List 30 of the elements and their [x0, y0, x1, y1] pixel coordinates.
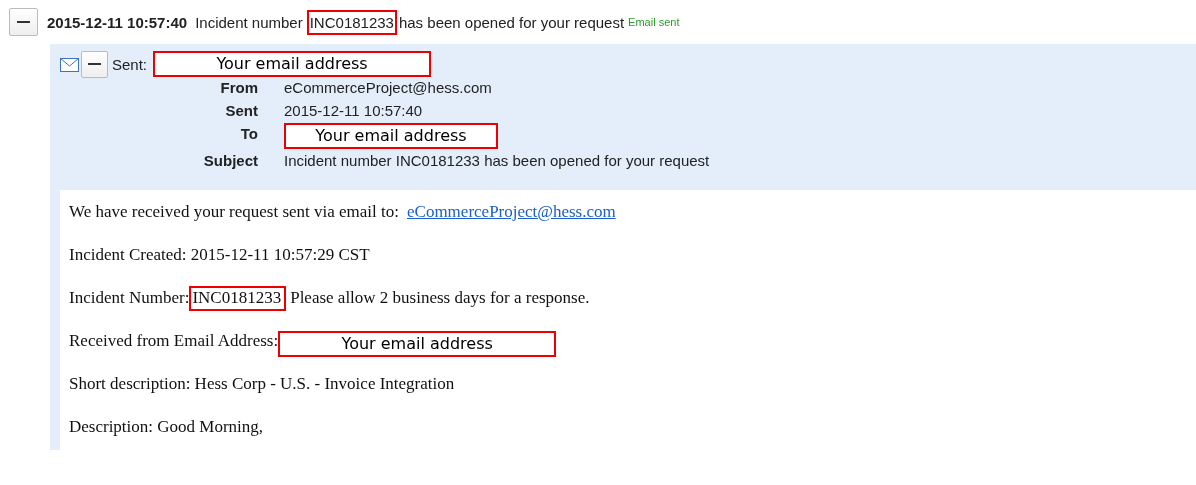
- entry-timestamp: 2015-12-11 10:57:40: [47, 13, 188, 31]
- annotation-box: Your email address: [153, 51, 432, 77]
- collapse-button[interactable]: [81, 50, 108, 78]
- field-label: From: [219, 78, 258, 98]
- body-text: Incident Created: 2015-12-11 10:57:29 CST: [69, 245, 370, 265]
- email-link[interactable]: eCommerceProject@hess.com: [407, 202, 616, 222]
- field-label: To: [239, 124, 258, 144]
- minus-icon: [88, 63, 101, 65]
- field-value: eCommerceProject@hess.com: [284, 78, 493, 98]
- body-text: We have received your request sent via email to:: [69, 202, 399, 222]
- entry-title: has been opened for your request: [398, 13, 625, 31]
- body-text: Please allow 2 business days for a response.: [290, 288, 590, 308]
- field-value: Incident number INC0181233 has been opened for your request: [284, 151, 711, 171]
- field-label: Subject: [202, 151, 258, 171]
- field-value: 2015-12-11 10:57:40: [284, 101, 424, 121]
- incident-number-highlight: INC0181233: [189, 286, 287, 311]
- incident-number-highlight: INC0181233: [306, 9, 397, 35]
- entry-title: Incident number: [195, 13, 303, 31]
- body-text: Incident Number:: [69, 288, 190, 308]
- collapse-button[interactable]: [9, 8, 38, 36]
- sent-label: Sent:: [112, 55, 148, 73]
- field-label: Sent: [224, 101, 258, 121]
- minus-icon: [17, 21, 30, 23]
- annotation-box: Your email address: [284, 123, 498, 149]
- envelope-icon: [60, 58, 79, 72]
- body-text: Description: Good Morning,: [69, 417, 264, 437]
- body-text: Short description: Hess Corp - U.S. - Invoice Integration: [69, 374, 455, 394]
- body-text: Received from Email Address:: [69, 331, 279, 351]
- status-label: Email sent: [628, 16, 680, 28]
- annotation-box: Your email address: [278, 331, 557, 357]
